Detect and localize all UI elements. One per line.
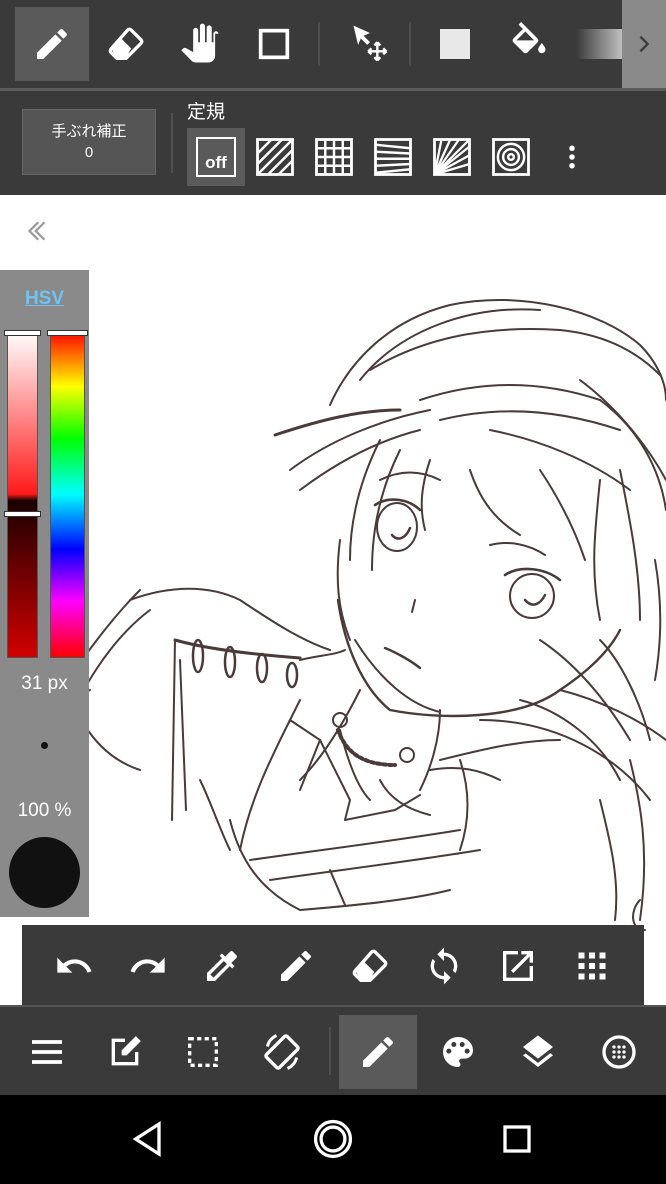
edit-button[interactable] [86, 1015, 164, 1089]
ruler-divider [171, 113, 173, 173]
perspective-lines-ruler-icon [374, 138, 412, 176]
concentric-circles-ruler-icon [492, 138, 530, 176]
material-icon [602, 1035, 636, 1069]
pen-tool-button[interactable] [15, 7, 89, 81]
menu-icon [32, 1040, 62, 1064]
android-navigation-bar [0, 1095, 666, 1184]
drawing-canvas[interactable] [0, 195, 666, 1005]
grid-menu-icon [578, 952, 606, 980]
undo-button[interactable] [37, 929, 111, 1003]
back-icon [132, 1120, 161, 1158]
ruler-off-label: off [205, 153, 227, 172]
palette-button[interactable] [419, 1015, 497, 1089]
ruler-radial-button[interactable] [423, 128, 481, 186]
rectangle-select-tool-button[interactable] [237, 7, 311, 81]
ruler-bar: 手ぶれ補正 0 定規 off [0, 91, 666, 195]
grid-ruler-icon [315, 138, 353, 176]
edit-icon [111, 1036, 141, 1066]
selection-icon [188, 1037, 218, 1067]
top-toolbar [0, 0, 666, 88]
ruler-parallel-button[interactable] [246, 128, 304, 186]
pen-icon [37, 28, 67, 59]
hand-tool-button[interactable] [163, 7, 237, 81]
layers-button[interactable] [499, 1015, 577, 1089]
hand-icon [181, 23, 219, 63]
brush-size-preview [41, 742, 48, 749]
parallel-lines-ruler-icon [256, 138, 294, 176]
ruler-label: 定規 [187, 101, 226, 123]
eraser-quick-button[interactable] [333, 929, 407, 1003]
bottom-menu-bar [0, 1005, 666, 1095]
redo-icon [130, 957, 165, 973]
recents-button[interactable] [487, 1109, 547, 1169]
selection-button[interactable] [164, 1015, 242, 1089]
panel-collapse-button[interactable] [22, 216, 52, 246]
move-transform-icon [353, 25, 388, 62]
redo-button[interactable] [111, 929, 185, 1003]
layers-icon [523, 1035, 553, 1067]
brightness-saturation-slider[interactable] [7, 330, 38, 658]
double-chevron-left-icon [27, 221, 46, 241]
quick-action-bar [22, 925, 644, 1005]
brightness-slider-handle[interactable] [4, 511, 41, 517]
back-button[interactable] [119, 1109, 179, 1169]
bucket-icon [512, 22, 546, 54]
material-button[interactable] [580, 1015, 658, 1089]
color-panel: HSV 31 px 100 % [0, 270, 89, 917]
export-icon [503, 951, 533, 981]
brush-opacity-value[interactable]: 100 % [0, 800, 89, 822]
brush-icon [363, 1036, 393, 1067]
canvas-rotate-icon [264, 1034, 300, 1070]
eyedropper-button[interactable] [185, 929, 259, 1003]
current-color-swatch[interactable] [9, 837, 80, 908]
color-mode-toggle[interactable]: HSV [0, 288, 89, 310]
ruler-grid-button[interactable] [305, 128, 363, 186]
pen-icon [281, 950, 311, 981]
rotate-icon [430, 947, 458, 985]
export-button[interactable] [481, 929, 555, 1003]
undo-icon [57, 957, 92, 973]
chevron-right-icon [639, 35, 650, 53]
canvas-rotate-button[interactable] [243, 1015, 321, 1089]
ruler-more-button[interactable] [543, 128, 601, 186]
eraser-icon [108, 27, 144, 61]
home-button[interactable] [303, 1109, 363, 1169]
more-vertical-icon [569, 145, 575, 169]
toolbar-expand-button[interactable] [622, 0, 666, 88]
radial-lines-ruler-icon [433, 138, 471, 176]
fill-rectangle-tool-button[interactable] [418, 7, 492, 81]
grid-menu-button[interactable] [555, 929, 629, 1003]
main-menu-button[interactable] [8, 1015, 86, 1089]
hue-slider-handle[interactable] [47, 330, 88, 336]
ruler-perspective-button[interactable] [364, 128, 422, 186]
brush-button[interactable] [339, 1015, 417, 1089]
toolbar-divider [409, 22, 411, 66]
brush-size-value[interactable]: 31 px [0, 673, 89, 695]
eraser-icon [352, 949, 388, 982]
rectangle-select-icon [258, 28, 290, 60]
ruler-concentric-button[interactable] [482, 128, 540, 186]
stabilizer-value: 0 [84, 144, 94, 161]
stabilizer-label: 手ぶれ補正 [51, 123, 127, 140]
toolbar-divider [318, 22, 320, 66]
stabilizer-button[interactable]: 手ぶれ補正 0 [22, 109, 156, 175]
pen-quick-button[interactable] [259, 929, 333, 1003]
bottom-divider [329, 1027, 331, 1075]
fill-rectangle-icon [440, 29, 470, 59]
recents-icon [503, 1125, 531, 1153]
bucket-tool-button[interactable] [492, 7, 566, 81]
ruler-off-icon: off [196, 137, 236, 177]
rotate-button[interactable] [407, 929, 481, 1003]
sketch-drawing [0, 299, 666, 931]
saturation-slider-handle[interactable] [4, 330, 41, 336]
hue-slider[interactable] [50, 330, 85, 658]
ruler-off-button[interactable]: off [187, 128, 245, 186]
move-transform-tool-button[interactable] [333, 7, 407, 81]
home-icon [313, 1119, 353, 1159]
palette-icon [443, 1037, 473, 1067]
eraser-tool-button[interactable] [89, 7, 163, 81]
eyedropper-icon [207, 951, 237, 981]
